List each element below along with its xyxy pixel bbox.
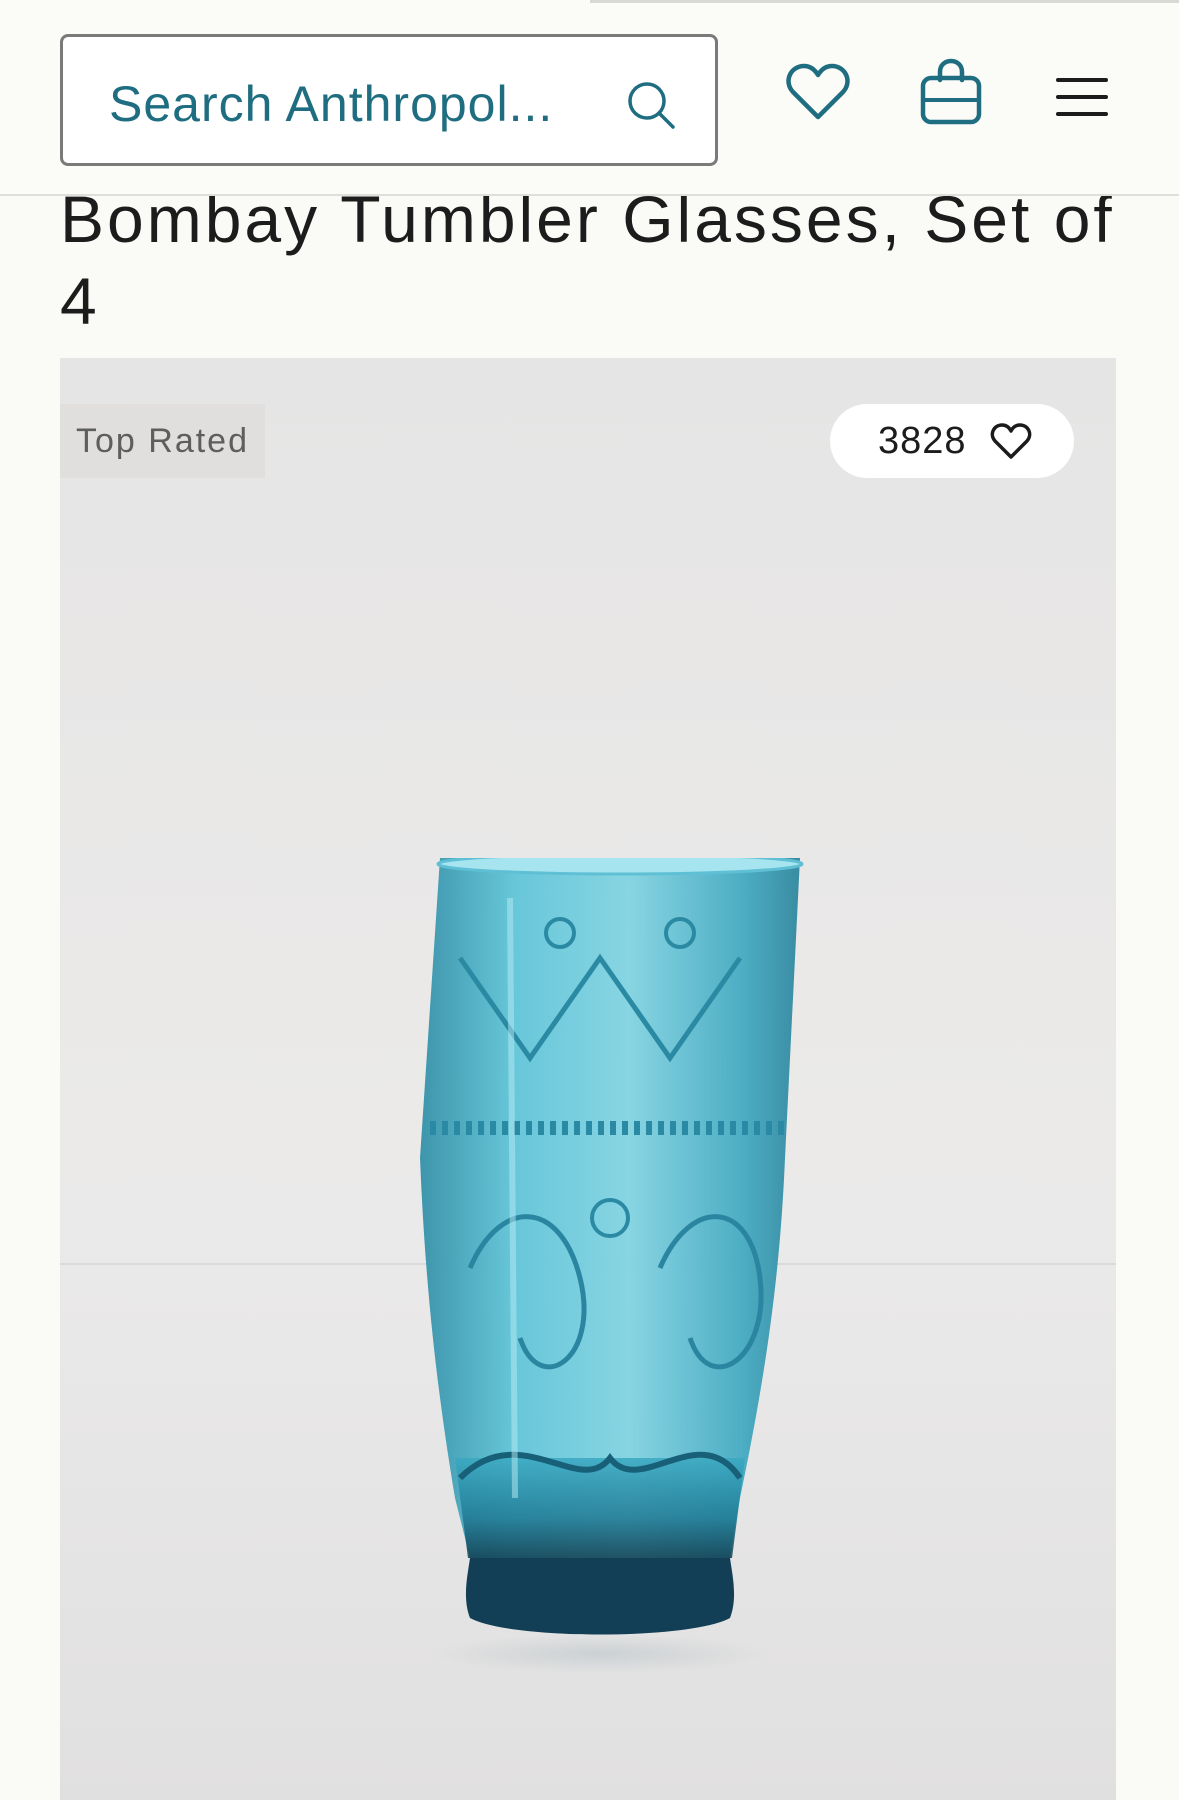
tumbler-glass-image — [420, 858, 804, 1674]
heart-icon — [990, 423, 1032, 459]
site-header: Search Anthropol... — [0, 0, 1179, 196]
shopping-bag-icon[interactable] — [918, 58, 984, 126]
product-title: Bombay Tumbler Glasses, Set of 4 — [60, 182, 1115, 338]
top-rated-badge: Top Rated — [60, 404, 265, 478]
search-icon[interactable] — [623, 77, 679, 133]
heart-icon[interactable] — [785, 62, 851, 122]
header-accent-line — [590, 0, 1179, 3]
search-input[interactable]: Search Anthropol... — [60, 34, 718, 166]
favorite-count-button[interactable]: 3828 — [830, 404, 1074, 478]
favorite-count: 3828 — [878, 420, 967, 462]
product-image[interactable]: Top Rated 3828 — [60, 358, 1116, 1800]
hamburger-menu-icon[interactable] — [1056, 76, 1108, 118]
search-placeholder: Search Anthropol... — [109, 76, 554, 132]
